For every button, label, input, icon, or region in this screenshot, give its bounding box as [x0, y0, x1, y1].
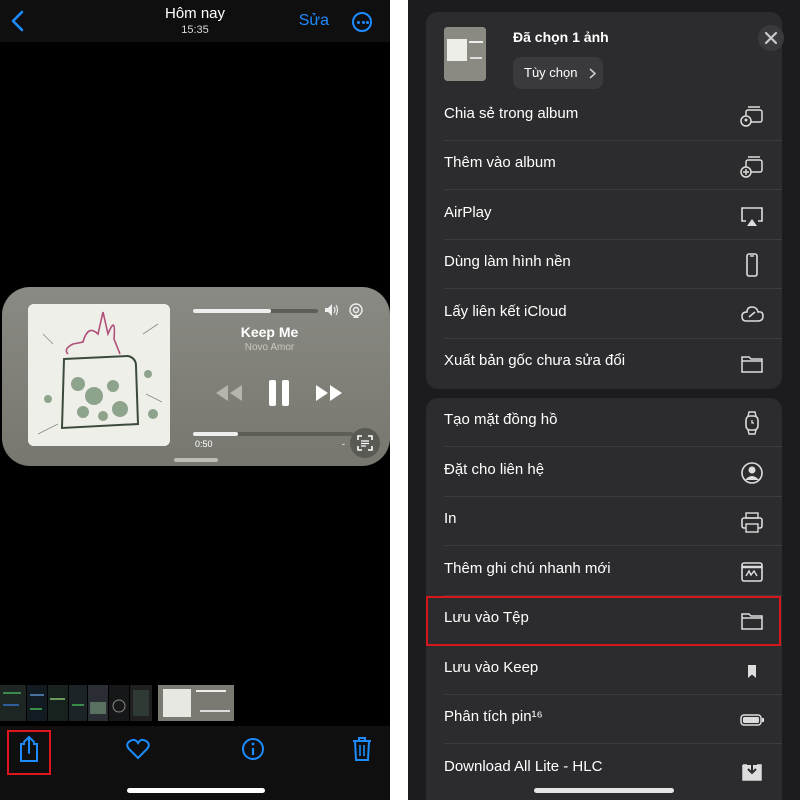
album-art: [28, 304, 170, 446]
link-cloud-icon: [741, 306, 764, 322]
live-text-icon[interactable]: [350, 428, 380, 458]
action-new-quick-note[interactable]: Thêm ghi chú nhanh mới: [426, 547, 782, 596]
action-get-icloud-link[interactable]: Lấy liên kết iCloud: [426, 290, 782, 339]
elapsed-time: 0:50: [195, 439, 213, 449]
selection-title: Đã chọn 1 ảnh: [513, 29, 609, 45]
airplay-audio-icon[interactable]: [348, 303, 364, 319]
thumbnail-current: [158, 685, 234, 721]
song-title: Keep Me: [240, 324, 299, 340]
thumbnail-4: [69, 685, 87, 721]
add-album-icon: [740, 156, 763, 178]
action-print[interactable]: In: [426, 497, 782, 546]
actions-group-1: Chia sẻ trong album Thêm vào album AirPl…: [426, 92, 782, 389]
action-battery-analysis[interactable]: Phân tích pin¹⁶: [426, 695, 782, 744]
action-airplay[interactable]: AirPlay: [426, 191, 782, 240]
action-add-to-album[interactable]: Thêm vào album: [426, 141, 782, 190]
header-title: Hôm nay: [164, 5, 226, 22]
heart-icon[interactable]: [126, 738, 150, 760]
airplay-icon: [741, 207, 763, 226]
action-create-watch-face[interactable]: Tạo mặt đồng hồ: [426, 398, 782, 447]
thumbnail-strip[interactable]: [0, 684, 390, 726]
chevron-right-icon: [589, 68, 596, 79]
top-bar: Hôm nay 15:35 Sửa: [0, 0, 390, 42]
close-button[interactable]: [758, 25, 784, 51]
action-export-unmodified-original[interactable]: Xuất bản gốc chưa sửa đổi: [426, 339, 782, 388]
share-highlight-box: [7, 730, 51, 775]
thumbnail-3: [48, 685, 68, 721]
header-time: 15:35: [181, 24, 209, 36]
action-save-to-keep[interactable]: Lưu vào Keep: [426, 646, 782, 695]
more-options-icon[interactable]: [352, 12, 372, 32]
contact-icon: [741, 462, 763, 484]
photo-viewer-panel: Hôm nay 15:35 Sửa Keep Me Novo Amor 0:50…: [0, 0, 390, 800]
thumbnail-5: [88, 685, 108, 721]
watch-icon: [745, 411, 759, 435]
song-artist: Novo Amor: [244, 342, 295, 353]
selected-photo-thumbnail: [444, 27, 486, 81]
thumbnail-1: [0, 685, 26, 721]
progress-bar[interactable]: [193, 432, 353, 436]
action-share-in-album[interactable]: Chia sẻ trong album: [426, 92, 782, 141]
bookmark-icon: [748, 665, 756, 678]
shared-album-icon: [740, 106, 763, 127]
trash-icon[interactable]: [351, 736, 373, 762]
action-assign-to-contact[interactable]: Đặt cho liên hệ: [426, 448, 782, 497]
download-icon: [742, 760, 762, 781]
volume-slider[interactable]: [193, 309, 318, 313]
quick-note-icon: [741, 562, 763, 582]
action-use-as-wallpaper[interactable]: Dùng làm hình nền: [426, 240, 782, 289]
close-icon: [764, 31, 778, 45]
options-button[interactable]: Tùy chọn: [513, 57, 603, 89]
battery-icon: [740, 714, 764, 726]
rewind-icon[interactable]: [214, 383, 244, 403]
home-indicator: [127, 788, 265, 793]
pause-icon[interactable]: [267, 379, 291, 407]
thumbnail-7: [130, 685, 152, 721]
share-sheet-panel: Đã chọn 1 ảnh Tùy chọn Chia sẻ trong alb…: [408, 0, 800, 800]
thumbnail-6: [109, 685, 129, 721]
remaining-time: -: [342, 439, 345, 449]
thumbnail-2: [27, 685, 47, 721]
info-icon[interactable]: [241, 737, 265, 761]
fast-forward-icon[interactable]: [314, 383, 344, 403]
now-playing-card: Keep Me Novo Amor 0:50 -: [2, 287, 390, 466]
edit-button[interactable]: Sửa: [299, 12, 329, 30]
folder-icon: [741, 356, 763, 373]
options-label: Tùy chọn: [524, 65, 578, 80]
home-indicator: [534, 788, 674, 793]
save-to-files-highlight-box: [426, 596, 781, 646]
action-download-all-lite[interactable]: Download All Lite - HLC: [426, 745, 782, 794]
phone-icon: [746, 253, 758, 277]
card-grabber[interactable]: [174, 458, 218, 462]
speaker-icon: [325, 304, 339, 316]
printer-icon: [741, 512, 763, 533]
